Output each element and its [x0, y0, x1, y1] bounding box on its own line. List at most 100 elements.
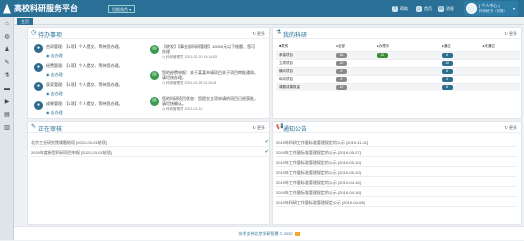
mail-icon: ✉	[438, 5, 444, 12]
notice-item-text: 2019年科研工作量标准管理规定的公示 [2019-11-11]	[276, 140, 369, 145]
help-label: 帮助	[400, 5, 408, 11]
list-item[interactable]: 2019年工作量标准管理规定的公示 [2019-04-16]	[276, 178, 516, 187]
help-button[interactable]: ? 帮助	[392, 4, 408, 13]
home-button[interactable]: ⌂ 首页	[416, 4, 432, 13]
approval-more-link[interactable]: ↻ 更多	[253, 125, 265, 131]
rss-icon	[294, 231, 300, 236]
notice-panel: 📢 通知公告 ↻ 更多 2019年科研工作量标准管理规定的公示 [2019-11…	[272, 121, 522, 225]
list-item[interactable]: 北京工业研究院课题结项 [2021-03-01结项] ✔	[31, 138, 271, 147]
todo-action-link[interactable]: ◉ 去办理	[46, 91, 63, 97]
list-item[interactable]: 2019年工作量标准管理规定的公示 [2019-04-16]	[276, 188, 516, 197]
news-item[interactable]: ✉ 您的经费申报：关于某某申请项目关于项目审批通知，请尽快办理。 ◷ 科研管理员…	[150, 68, 258, 90]
clock-icon: ◷	[31, 30, 37, 36]
footer: 技术支持北京学研智慧 © 2020	[14, 226, 524, 240]
sidebar-user-icon[interactable]: ♟	[4, 47, 10, 53]
approval-title: 正在审核	[38, 127, 63, 133]
tab-home[interactable]: 主页	[17, 18, 33, 25]
list-item[interactable]: 2019年工作量标准管理规定的公示 [2019-05-10]	[276, 158, 516, 167]
check-icon: ✔	[264, 149, 269, 155]
task-icon: ●	[34, 63, 43, 72]
research-title: 我的科研	[283, 33, 308, 39]
research-more-link[interactable]: ↻ 更多	[505, 31, 517, 37]
table-row[interactable]: 立项项目 10 10	[276, 58, 520, 67]
notice-item-text: 2019年工作量标准管理规定的公示 [2019-05-10]	[276, 160, 361, 165]
count-badge[interactable]: 3	[441, 76, 453, 82]
avatar	[466, 3, 477, 14]
sidebar-book-icon[interactable]: ▤	[4, 112, 10, 118]
user-role: 科研秘书（切换）	[479, 9, 507, 13]
news-item-time: ◷ 科研管理员 2021-01-10	[162, 107, 203, 111]
notice-item-text: 2019年工作量标准管理规定的公示 [2019-04-16]	[276, 190, 361, 195]
count-badge[interactable]: 12	[335, 84, 347, 90]
sidebar-home-icon[interactable]: ⌂	[4, 21, 10, 27]
home-icon: ⌂	[416, 5, 422, 12]
count-badge[interactable]: 10	[335, 60, 347, 66]
user-menu[interactable]: [ 个人中心 ] 科研秘书（切换） ▾	[464, 1, 518, 16]
sidebar-video-icon[interactable]: ▶	[4, 99, 10, 105]
count-badge[interactable]: 4	[335, 76, 347, 82]
list-item[interactable]: 2019年科研工作量标准管理规定公示 [2019-04-08]	[276, 198, 516, 207]
todo-action-label: 去办理	[50, 72, 63, 77]
chat-icon: ✉	[150, 71, 159, 80]
col-header: ■类别	[279, 44, 289, 49]
todo-action-label: 去办理	[50, 53, 63, 58]
todo-action-link[interactable]: ◉ 去办理	[46, 72, 63, 78]
chat-icon: ✉	[150, 97, 159, 106]
chat-icon: ✉	[150, 45, 159, 54]
news-time-value: 科研管理员 2021-01-28 11:19:41	[166, 81, 217, 85]
notice-title: 通知公告	[283, 127, 308, 133]
todo-item-text: 经费管理: 【1项】个人提交、等待您办理。	[46, 63, 123, 68]
todo-action-label: 去办理	[50, 91, 63, 96]
news-item[interactable]: ✉ 您的科研项目状态：您提交立项申请的项目已经获批，请尽快确认。 ◷ 科研管理员…	[150, 94, 258, 116]
sidebar-flask-icon[interactable]: ⚗	[4, 73, 10, 79]
list-item[interactable]: 2019年工作量标准管理规定的公示 [2019-05-27]	[276, 148, 516, 157]
col-header: ●办理中	[376, 44, 390, 49]
count-badge[interactable]: 16	[335, 52, 347, 58]
news-item[interactable]: ✉ 【转发】【事业部科研管理】10000元以下结题、您可办理 ◷ 科研管理员 2…	[150, 42, 258, 64]
todo-action-link[interactable]: ◉ 去办理	[46, 53, 63, 59]
research-panel: ⚗ 我的科研 ↻ 更多 ■类别 ●全部 ●办理中 ●通过 ●未通过 承接项目 1…	[272, 27, 522, 119]
list-item[interactable]: 2020年度新型科研项目申报 [2021-03-01结项] ✔	[31, 148, 271, 157]
count-badge[interactable]: 6	[441, 52, 453, 58]
app-logo: 高校科研服务平台	[3, 3, 78, 14]
notice-item-text: 2019年工作量标准管理规定的公示 [2019-05-10]	[276, 170, 361, 175]
notice-item-text: 2019年工作量标准管理规定的公示 [2019-04-16]	[276, 180, 361, 185]
sidebar-tools-icon[interactable]: ✎	[4, 60, 10, 66]
table-row[interactable]: 横向项目 6 6	[276, 66, 520, 75]
logo-mark-icon	[3, 3, 11, 14]
notice-more-label: 更多	[509, 125, 517, 130]
table-row[interactable]: 课题成果数量 12 8	[276, 82, 520, 91]
count-badge[interactable]: 10	[376, 52, 388, 58]
count-badge[interactable]: 6	[335, 68, 347, 74]
sidebar-truck-icon[interactable]: ▬	[4, 86, 10, 92]
task-icon: ●	[34, 44, 43, 53]
count-badge[interactable]: 10	[441, 60, 453, 66]
count-badge[interactable]: 8	[441, 84, 453, 90]
list-item[interactable]: 2019年工作量标准管理规定的公示 [2019-05-10]	[276, 168, 516, 177]
todo-more-link[interactable]: ↻ 更多	[253, 31, 265, 37]
role-dropdown[interactable]: 切换角色 ▾	[108, 5, 136, 13]
messages-button[interactable]: ✉ 消息	[438, 4, 454, 13]
col-header: ●未通过	[482, 44, 495, 49]
notice-more-link[interactable]: ↻ 更多	[505, 125, 517, 131]
todo-panel-header: ◷ 待办事项 ↻ 更多	[28, 28, 269, 39]
todo-action-link[interactable]: ◉ 去办理	[46, 110, 63, 116]
messages-label: 消息	[446, 5, 454, 11]
todo-panel: ◷ 待办事项 ↻ 更多 ● 合同管理: 【1项】个人提交、等待您办理。 ◉ 去办…	[27, 27, 270, 119]
todo-title: 待办事项	[38, 33, 63, 39]
table-row[interactable]: 承接项目 16 10 6 0	[276, 50, 520, 59]
news-item-text: 您的科研项目状态：您提交立项申请的项目已经获批，请尽快确认。	[162, 96, 258, 106]
todo-item-text: 合同管理: 【1项】个人提交、等待您办理。	[46, 44, 123, 49]
top-bar: 高校科研服务平台 切换角色 ▾ ? 帮助 ⌂ 首页 ✉ 消息 [ 个人中心 ] …	[0, 0, 524, 17]
chevron-down-icon: ▾	[512, 6, 515, 11]
sidebar-globe-icon[interactable]: ◍	[4, 34, 10, 40]
task-icon: ●	[34, 82, 43, 91]
table-row[interactable]: 纵向项目 4 3	[276, 74, 520, 83]
list-item[interactable]: 2019年科研工作量标准管理规定的公示 [2019-11-11]	[276, 138, 516, 147]
tab-bar: 主页	[14, 17, 524, 25]
row-name: 课题成果数量	[276, 82, 333, 91]
todo-item-text: 获奖管理: 【1项】个人提交、等待您办理。	[46, 82, 123, 87]
sidebar-chart-icon[interactable]: ▥	[4, 125, 10, 131]
notice-item-text: 2019年工作量标准管理规定的公示 [2019-05-27]	[276, 150, 361, 155]
count-badge[interactable]: 6	[441, 68, 453, 74]
